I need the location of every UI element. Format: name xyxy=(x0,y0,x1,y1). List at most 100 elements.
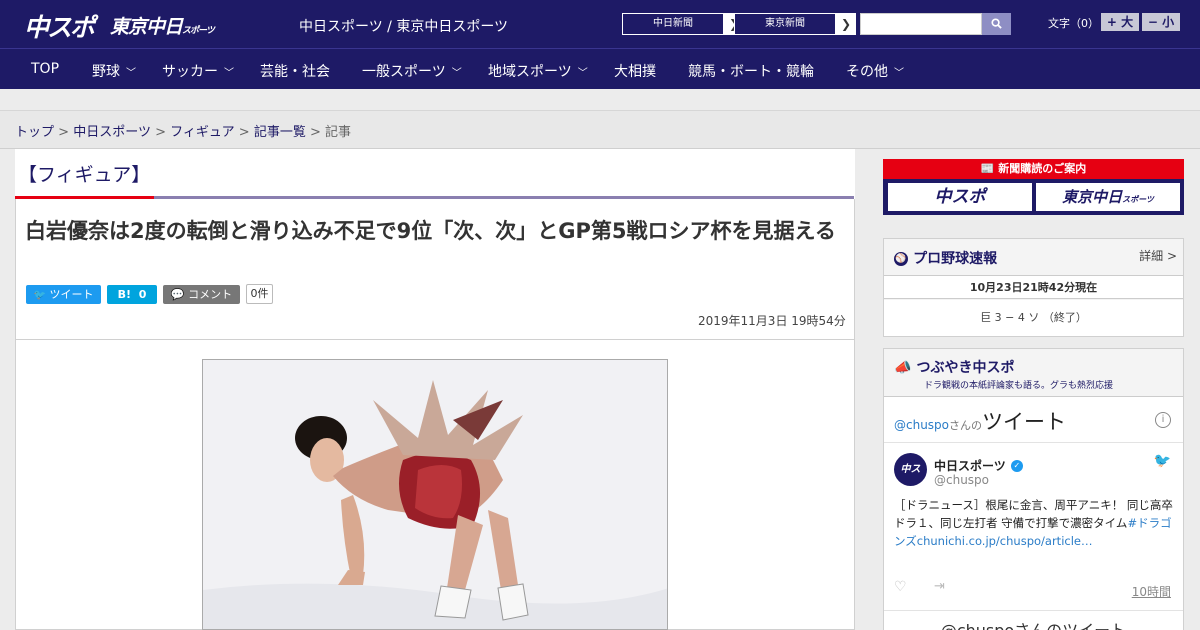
tweet-link[interactable]: chunichi.co.jp/chuspo/article… xyxy=(917,534,1093,548)
breadcrumb-separator: > xyxy=(155,125,166,140)
breadcrumb-article-list[interactable]: 記事一覧 xyxy=(254,125,306,140)
comment-bubble-icon: 💬 xyxy=(170,288,185,301)
breadcrumb-top[interactable]: トップ xyxy=(15,125,54,140)
timeline-footer-divider xyxy=(884,610,1183,611)
twitter-widget-header: 📣 つぶやき中スポ ドラ観戦の本紙評論家も語る。グラも熱烈応援 xyxy=(884,349,1183,397)
timeline-label: ツイート xyxy=(982,410,1067,434)
hatena-bookmark-button[interactable]: B! 0 xyxy=(107,285,157,304)
hatena-icon: B! xyxy=(117,288,132,301)
tweet-author[interactable]: 中日スポーツ ✓ xyxy=(934,455,1023,474)
tweet-button-label: ツイート xyxy=(49,288,94,301)
baseball-score-row[interactable]: 巨 3 − 4 ソ （終了） xyxy=(884,300,1183,336)
timeline-footer-link[interactable]: @chuspoさんのツイート xyxy=(884,617,1183,630)
hatena-count: 0 xyxy=(138,288,147,301)
newspaper-icon: 📰 xyxy=(980,162,995,175)
top-header: 中スポ 東京中日スポーツ 中日スポーツ / 東京中日スポーツ 中日新聞 ❯ 東京… xyxy=(0,0,1200,48)
tokyo-chunichi-subscribe-button[interactable]: 東京中日スポーツ xyxy=(1036,183,1180,211)
nav-item-label: サッカー xyxy=(162,64,218,80)
tweet-text: ［ドラニュース］根尾に金言、周平アニキ！ 同じ高卒ドラ１、同じ左打者 守備で打撃… xyxy=(894,496,1176,550)
baseball-scores-box: ⚾ プロ野球速報 詳細 > 10月23日21時42分現在 巨 3 − 4 ソ （… xyxy=(883,238,1184,337)
nav-item-label: 野球 xyxy=(92,64,120,80)
tokyo-chunichi-logo-text: 東京中日 xyxy=(110,16,183,38)
font-size-label: 文字（0） xyxy=(1048,17,1099,30)
chevron-down-icon: ﹀ xyxy=(577,68,588,79)
heart-icon[interactable]: ♡ xyxy=(894,579,907,595)
font-smaller-button[interactable]: − 小 xyxy=(1142,13,1180,31)
search-input[interactable] xyxy=(860,13,982,35)
chuspo-subscribe-button[interactable]: 中スポ xyxy=(888,183,1032,211)
timeline-handle[interactable]: @chuspo xyxy=(894,418,949,432)
nav-item-label: その他 xyxy=(846,64,888,80)
comment-button[interactable]: 💬 コメント xyxy=(163,285,240,304)
nav-item-label: 競馬・ボート・競輪 xyxy=(688,64,814,80)
nav-item-top[interactable]: TOP xyxy=(31,61,59,77)
article-category: 【フィギュア】 xyxy=(18,164,151,186)
comment-count: 0件 xyxy=(246,284,273,304)
avatar[interactable]: 中ス xyxy=(894,453,927,486)
nav-item-local-sports[interactable]: 地域スポーツ ﹀ xyxy=(488,61,588,81)
tokyo-shimbun-label: 東京新聞 xyxy=(765,18,805,29)
nav-item-entertainment[interactable]: 芸能・社会 xyxy=(260,61,330,81)
chevron-down-icon: ﹀ xyxy=(894,68,904,79)
tweet-time[interactable]: 10時間 xyxy=(1132,583,1171,600)
nav-item-label: 大相撲 xyxy=(614,64,656,80)
nav-item-racing[interactable]: 競馬・ボート・競輪 xyxy=(688,61,814,81)
breadcrumb-chunichi-sports[interactable]: 中日スポーツ xyxy=(73,125,151,140)
twitter-bird-icon: 🐦 xyxy=(33,290,46,301)
baseball-timestamp: 10月23日21時42分現在 xyxy=(884,275,1183,299)
breadcrumb-separator: > xyxy=(238,125,250,140)
timeline-heading: @chuspoさんのツイート xyxy=(894,406,1066,436)
share-icon[interactable]: ⇥ xyxy=(934,579,945,594)
nav-item-label: 一般スポーツ xyxy=(362,64,446,80)
tokyo-chunichi-ad-text: 東京中日 xyxy=(1062,188,1123,206)
twitter-widget-title-row: 📣 つぶやき中スポ xyxy=(894,357,1015,377)
twitter-widget-title: つぶやき中スポ xyxy=(916,360,1015,376)
article-date: 2019年11月3日 19時54分 xyxy=(698,314,846,328)
chuspo-logo[interactable]: 中スポ xyxy=(24,8,95,44)
nav-item-sumo[interactable]: 大相撲 xyxy=(614,61,656,81)
baseball-box-title: プロ野球速報 xyxy=(913,251,998,267)
nav-item-soccer[interactable]: サッカー ﹀ xyxy=(162,61,234,81)
breadcrumb-separator: > xyxy=(58,125,70,140)
article-photo[interactable] xyxy=(202,359,668,630)
comment-button-label: コメント xyxy=(188,288,233,301)
breadcrumb-figure[interactable]: フィギュア xyxy=(170,125,234,140)
baseball-detail-link[interactable]: 詳細 > xyxy=(1139,247,1177,264)
nav-item-other[interactable]: その他 ﹀ xyxy=(846,61,904,81)
article-divider xyxy=(16,339,854,340)
chevron-down-icon: ﹀ xyxy=(451,68,462,79)
twitter-bird-icon[interactable]: 🐦 xyxy=(1154,453,1171,469)
header-spacer xyxy=(0,89,1200,111)
nav-item-general-sports[interactable]: 一般スポーツ ﹀ xyxy=(362,61,462,81)
timeline-handle-suffix: さんの xyxy=(949,419,983,432)
nav-item-label: 地域スポーツ xyxy=(488,64,572,80)
info-icon[interactable]: i xyxy=(1155,412,1171,428)
megaphone-icon: 📣 xyxy=(894,360,912,376)
tokyo-chunichi-logo[interactable]: 東京中日スポーツ xyxy=(110,12,215,39)
figure-skater-image xyxy=(203,360,667,629)
search-icon xyxy=(991,18,1002,29)
search-button[interactable] xyxy=(982,13,1011,35)
article-title: 白岩優奈は2度の転倒と滑り込み不足で9位「次、次」とGP第5戦ロシア杯を見据える xyxy=(25,219,836,243)
nav-item-label: 芸能・社会 xyxy=(260,64,330,80)
tweet-author-handle[interactable]: @chuspo xyxy=(934,473,989,487)
subscription-ad[interactable]: 📰 新聞購読のご案内 中スポ 東京中日スポーツ xyxy=(883,159,1184,215)
tokyo-shimbun-link[interactable]: 東京新聞 ❯ xyxy=(734,13,856,35)
baseball-icon: ⚾ xyxy=(894,251,908,266)
verified-badge-icon: ✓ xyxy=(1010,459,1023,472)
font-larger-button[interactable]: + 大 xyxy=(1101,13,1139,31)
subscription-ad-title: 新聞購読のご案内 xyxy=(998,162,1087,175)
chunichi-shimbun-link[interactable]: 中日新聞 ❯ xyxy=(622,13,744,35)
nav-item-baseball[interactable]: 野球 ﹀ xyxy=(92,61,136,81)
twitter-widget-subtitle: ドラ観戦の本紙評論家も語る。グラも熱烈応援 xyxy=(924,381,1114,391)
breadcrumb-current: 記事 xyxy=(325,125,352,140)
breadcrumb: トップ > 中日スポーツ > フィギュア > 記事一覧 > 記事 xyxy=(15,121,351,140)
twitter-widget-box: 📣 つぶやき中スポ ドラ観戦の本紙評論家も語る。グラも熱烈応援 @chuspoさ… xyxy=(883,348,1184,630)
chevron-right-icon: ❯ xyxy=(836,13,856,35)
baseball-box-header: ⚾ プロ野球速報 xyxy=(894,248,997,268)
subscription-ad-header: 📰 新聞購読のご案内 xyxy=(883,159,1184,179)
chevron-down-icon: ﹀ xyxy=(224,68,234,79)
chevron-down-icon: ﹀ xyxy=(126,68,136,79)
tweet-author-name: 中日スポーツ xyxy=(934,459,1006,473)
tweet-button[interactable]: 🐦 ツイート xyxy=(26,285,101,304)
